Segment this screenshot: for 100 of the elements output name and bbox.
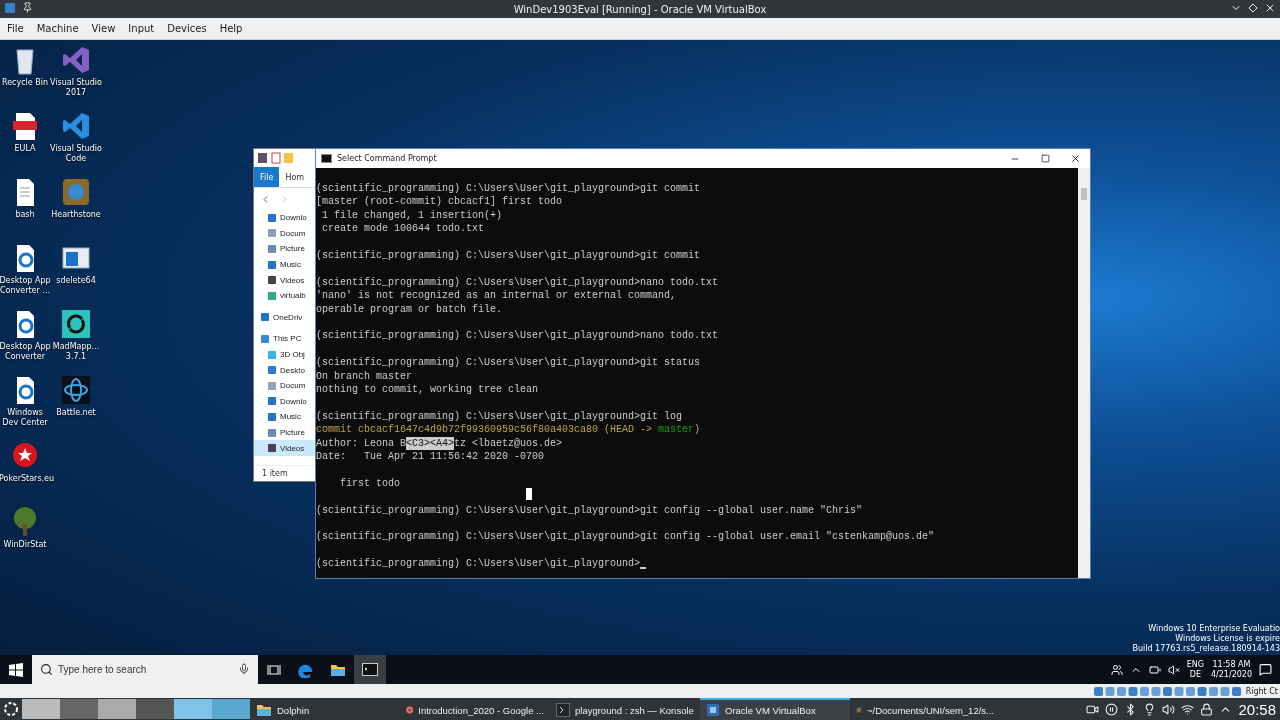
notification-icon[interactable] [1259,663,1272,676]
desktop-thumbnail[interactable] [174,699,212,719]
desktop-icon-label[interactable]: Visual Studio 2017 [50,78,102,98]
volume-icon[interactable] [1162,702,1176,716]
desktop-icon-label[interactable]: Hearthstone [50,210,102,220]
close-icon[interactable] [1069,153,1081,164]
desktop-icon-label[interactable]: Recycle Bin [0,78,51,88]
nav-item[interactable]: 3D Obj [254,346,315,363]
desktop-thumbnail[interactable] [136,699,174,719]
windows-icon[interactable] [9,662,23,677]
text-cursor [526,488,532,500]
task-button[interactable]: ~/Documents/UNI/sem_12/s... [850,698,1000,720]
clock-time[interactable]: 11:58 AM [1212,659,1251,670]
pin-icon[interactable] [22,2,33,13]
nav-item[interactable]: Deskto [254,362,315,378]
nav-item[interactable]: Picture [254,241,315,257]
console-text: (scientific_programming) C:\Users\User\git_playground>nano todo.txt [316,329,719,343]
nav-item[interactable]: Music [254,256,315,273]
close-icon[interactable] [1264,2,1276,14]
desktop-icon-label[interactable]: bash [0,210,51,220]
folder-icon [267,443,277,454]
window-title: Select Command Prompt [337,154,437,163]
language-text[interactable]: ENG [1186,659,1204,670]
folder-icon [267,427,277,438]
nav-item[interactable]: Downlo [254,210,315,226]
folder-icon [267,349,277,360]
desktop-icon-label[interactable]: MadMapp... 3.7.1 [50,342,102,362]
folder-icon [267,259,277,270]
pause-icon[interactable] [1105,702,1119,716]
menu-item[interactable]: Devices [162,23,215,34]
watermark-text: Build 17763.rs5_release.180914-143 [1132,644,1280,654]
nav-item[interactable]: Videos [254,440,315,456]
task-button[interactable]: Introduction_2020 - Google ... [400,698,550,720]
device-icons-drawing[interactable] [1093,685,1244,697]
nav-item[interactable]: Docum [254,225,315,242]
ribbon-tab[interactable]: File [254,167,280,187]
search-field[interactable]: Type here to search [32,655,258,684]
menu-item[interactable]: Machine [31,23,87,34]
clock-date[interactable]: 4/21/2020 [1210,669,1252,680]
console-text: commit cbcacf1647c4d9b72f99360959c56f80a403ca80 (HEAD -> [316,423,654,437]
folder-icon [330,662,346,677]
desktop-thumbnail[interactable] [98,699,136,719]
nav-item[interactable]: Picture [254,424,315,441]
console-text: (scientific_programming) C:\Users\User\git_playground>git config --global user.email "cstenkamp@uos.de" [316,530,935,544]
diamond-icon[interactable] [1248,2,1258,14]
maximize-icon[interactable] [1040,154,1050,163]
lock-icon[interactable] [1200,702,1214,716]
folder-icon [256,703,272,717]
console-text: (scientific_programming) C:\Users\User\git_playground>git config --global user.name "Chris" [316,503,863,518]
wifi-icon[interactable] [1181,702,1195,716]
selected-text: <C3><A4> [406,436,455,451]
console-text: (scientific_programming) C:\Users\User\git_playground>git commit [316,182,701,196]
console-text: 'nano' is not recognized as an internal or external command, [316,289,677,303]
desktop-icon-label[interactable]: Battle.net [50,408,102,418]
desktop-icon-label[interactable]: Desktop App Converter [0,342,51,362]
menu-item[interactable]: Help [214,23,251,34]
desktop-icon-label[interactable]: Visual Studio Code [50,144,102,164]
console-text: (scientific_programming) C:\Users\User\git_playground>nano todo.txt [316,275,719,290]
watermark-text: Windows License is expire [1175,634,1280,644]
desktop-icon-label[interactable]: sdelete64 [50,276,102,286]
menu-item[interactable]: View [86,23,124,34]
task-button[interactable]: Dolphin [250,698,400,720]
console-text: Date: Tue Apr 21 11:56:42 2020 -0700 [316,450,545,464]
task-button[interactable]: playground : zsh — Konsole [550,698,700,720]
menu-item[interactable]: Input [123,23,163,34]
nav-item[interactable]: This PC [254,331,315,347]
console-text: 1 file changed, 1 insertion(+) [321,208,503,223]
nav-item[interactable]: OneDriv [254,309,315,326]
desktop-thumbnail[interactable] [22,699,60,719]
nav-item[interactable]: Docum [254,377,315,394]
nav-item[interactable]: Videos [254,272,315,288]
task-view-icon [267,663,281,676]
microphone-icon[interactable] [238,663,250,675]
console-text: create mode 100644 todo.txt [321,222,485,236]
nav-item[interactable]: virtualb [254,287,315,304]
folder-icon [267,212,277,223]
console-text: [master (root-commit) cbcacf1] first todo [316,195,563,209]
desktop-icon-label[interactable]: WinDirStat [0,540,51,550]
folder-icon [267,228,277,239]
console-text: nothing to commit, working tree clean [316,383,539,397]
cube-icon [706,703,720,717]
scrollbar[interactable] [1078,168,1090,578]
folder-icon [260,312,270,323]
taskbar-app[interactable] [354,655,386,684]
clock-time[interactable]: 20:58 [1238,700,1276,718]
desktop-icon-label[interactable]: Windows Dev Center [0,408,51,428]
desktop-icon-label[interactable]: Desktop App Converter ... [0,276,51,296]
people-icon[interactable] [1110,663,1123,676]
nav-item[interactable]: Music [254,409,315,425]
console-text: (scientific_programming) C:\Users\User\git_playground>git commit [316,249,701,263]
nav-item[interactable]: Downlo [254,393,315,410]
mute-icon[interactable] [1167,663,1180,676]
desktop-icon-label[interactable]: EULA [0,144,51,154]
console-text: (scientific_programming) C:\Users\User\git_playground> [316,557,641,571]
battery-icon[interactable] [1148,663,1161,676]
menu-item[interactable]: File [2,23,32,34]
desktop-thumbnail[interactable] [60,699,98,719]
language-text[interactable]: DE [1189,669,1201,680]
task-button[interactable]: Oracle VM VirtualBox [700,698,850,720]
desktop-thumbnail[interactable] [212,699,250,719]
